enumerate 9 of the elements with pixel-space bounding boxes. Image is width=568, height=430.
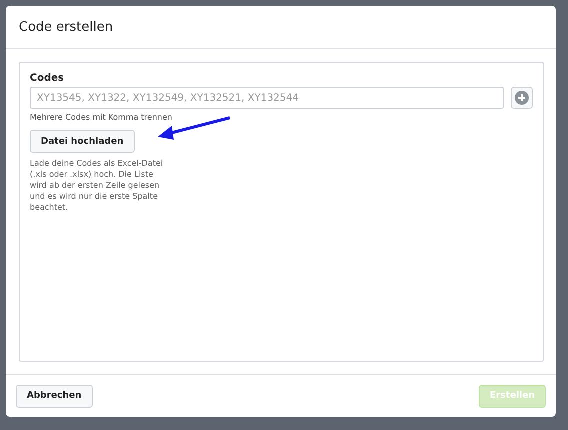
dialog-title: Code erstellen <box>19 20 114 34</box>
upload-help-text: Lade deine Codes als Excel-Datei (.xls oder .xlsx) hoch. Die Liste wird ab der ersten Zeile gelesen und es wird nur die erste Spalte beachtet. <box>30 158 164 213</box>
cancel-button[interactable]: Abbrechen <box>16 384 93 408</box>
field-hint: Mehrere Codes mit Komma trennen <box>30 113 172 122</box>
upload-button[interactable]: Datei hochladen <box>30 130 135 153</box>
codes-input-field[interactable]: XY13545, XY1322, XY132549, XY132521, XY132544 <box>30 87 504 109</box>
add-button[interactable] <box>511 87 533 109</box>
field-label: Codes <box>30 73 64 84</box>
plus-icon <box>515 91 529 105</box>
